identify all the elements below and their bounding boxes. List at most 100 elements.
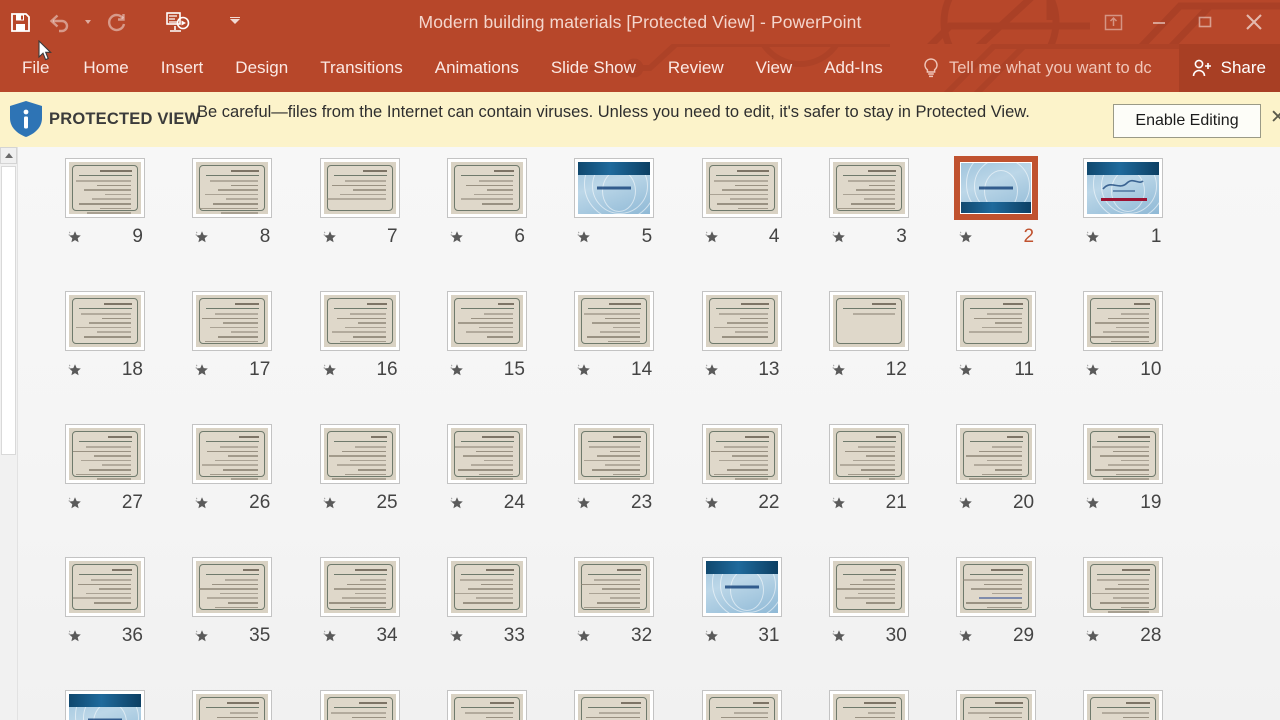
thumbnail-wrapper[interactable] xyxy=(65,690,145,720)
star-icon[interactable] xyxy=(194,229,210,245)
thumbnail-image[interactable] xyxy=(957,159,1036,217)
slide-thumbnail-37[interactable]: 37 xyxy=(1059,690,1187,720)
thumbnail-image[interactable] xyxy=(574,291,655,351)
star-icon[interactable] xyxy=(831,229,847,245)
thumbnail-image[interactable] xyxy=(574,690,655,720)
thumbnail-image[interactable] xyxy=(319,424,400,484)
thumbnail-wrapper[interactable] xyxy=(192,690,273,720)
tab-design[interactable]: Design xyxy=(219,44,304,92)
thumbnail-image[interactable] xyxy=(956,557,1037,617)
slide-thumbnail-12[interactable]: 12 xyxy=(805,291,933,379)
slide-thumbnail-27[interactable]: 27 xyxy=(41,424,169,512)
vertical-scrollbar[interactable] xyxy=(0,147,18,720)
thumbnail-wrapper[interactable] xyxy=(319,690,400,720)
star-icon[interactable] xyxy=(1085,628,1101,644)
star-icon[interactable] xyxy=(704,495,720,511)
thumbnail-image[interactable] xyxy=(446,424,527,484)
thumbnail-wrapper[interactable] xyxy=(1083,690,1164,720)
slide-thumbnail-2[interactable]: 2 xyxy=(932,159,1060,246)
thumbnail-wrapper[interactable] xyxy=(574,424,655,484)
thumbnail-wrapper[interactable] xyxy=(956,690,1037,720)
thumbnail-image[interactable] xyxy=(319,158,400,218)
thumbnail-wrapper[interactable] xyxy=(701,690,782,720)
thumbnail-wrapper[interactable] xyxy=(1083,158,1164,218)
slide-thumbnail-28[interactable]: 28 xyxy=(1059,557,1187,645)
thumbnail-wrapper[interactable] xyxy=(701,557,782,617)
thumbnail-wrapper[interactable] xyxy=(192,158,273,218)
thumbnail-wrapper[interactable] xyxy=(574,690,655,720)
star-icon[interactable] xyxy=(449,362,465,378)
star-icon[interactable] xyxy=(322,628,338,644)
slide-thumbnail-25[interactable]: 25 xyxy=(296,424,424,512)
star-icon[interactable] xyxy=(958,229,974,245)
thumbnail-wrapper[interactable] xyxy=(956,291,1037,351)
close-icon[interactable] xyxy=(1228,0,1280,44)
thumbnail-wrapper[interactable] xyxy=(701,158,782,218)
thumbnail-wrapper[interactable] xyxy=(574,291,655,351)
slide-thumbnail-5[interactable]: 5 xyxy=(550,158,678,246)
thumbnail-image[interactable] xyxy=(828,690,909,720)
thumbnail-image[interactable] xyxy=(956,690,1037,720)
thumbnail-image[interactable] xyxy=(65,158,145,218)
star-icon[interactable] xyxy=(322,495,338,511)
thumbnail-image[interactable] xyxy=(1083,557,1164,617)
slide-thumbnail-19[interactable]: 19 xyxy=(1059,424,1187,512)
thumbnail-image[interactable] xyxy=(1083,291,1164,351)
thumbnail-image[interactable] xyxy=(192,158,273,218)
thumbnail-image[interactable] xyxy=(956,424,1037,484)
slide-thumbnail-40[interactable]: 40 xyxy=(678,690,806,720)
slide-thumbnail-9[interactable]: 9 xyxy=(41,158,169,246)
thumbnail-wrapper[interactable] xyxy=(956,557,1037,617)
tab-slide-show[interactable]: Slide Show xyxy=(535,44,652,92)
slide-thumbnail-34[interactable]: 34 xyxy=(296,557,424,645)
thumbnail-image[interactable] xyxy=(192,424,273,484)
thumbnail-image[interactable] xyxy=(701,690,782,720)
thumbnail-image[interactable] xyxy=(65,291,145,351)
thumbnail-image[interactable] xyxy=(701,158,782,218)
thumbnail-wrapper[interactable] xyxy=(574,557,655,617)
thumbnail-image[interactable] xyxy=(828,424,909,484)
thumbnail-image[interactable] xyxy=(1083,690,1164,720)
tab-animations[interactable]: Animations xyxy=(419,44,535,92)
thumbnail-image[interactable] xyxy=(65,557,145,617)
star-icon[interactable] xyxy=(958,362,974,378)
star-icon[interactable] xyxy=(704,362,720,378)
star-icon[interactable] xyxy=(576,362,592,378)
star-icon[interactable] xyxy=(67,628,83,644)
thumbnail-image[interactable] xyxy=(828,158,909,218)
slide-thumbnail-20[interactable]: 20 xyxy=(932,424,1060,512)
star-icon[interactable] xyxy=(704,229,720,245)
thumbnail-image[interactable] xyxy=(192,690,273,720)
slide-thumbnail-7[interactable]: 7 xyxy=(296,158,424,246)
thumbnail-wrapper[interactable] xyxy=(574,158,655,218)
tab-view[interactable]: View xyxy=(740,44,809,92)
thumbnail-wrapper[interactable] xyxy=(828,424,909,484)
scroll-up-arrow[interactable] xyxy=(0,147,17,164)
slide-thumbnail-13[interactable]: 13 xyxy=(678,291,806,379)
star-icon[interactable] xyxy=(67,362,83,378)
thumbnail-image[interactable] xyxy=(574,557,655,617)
slide-thumbnail-39[interactable]: 39 xyxy=(805,690,933,720)
star-icon[interactable] xyxy=(322,229,338,245)
thumbnail-wrapper[interactable] xyxy=(65,291,145,351)
slide-thumbnail-42[interactable]: 42 xyxy=(423,690,551,720)
star-icon[interactable] xyxy=(194,495,210,511)
enable-editing-button[interactable]: Enable Editing xyxy=(1113,104,1261,138)
star-icon[interactable] xyxy=(958,628,974,644)
star-icon[interactable] xyxy=(1085,495,1101,511)
thumbnail-wrapper[interactable] xyxy=(319,557,400,617)
thumbnail-wrapper[interactable] xyxy=(956,424,1037,484)
thumbnail-wrapper[interactable] xyxy=(828,291,909,351)
star-icon[interactable] xyxy=(67,495,83,511)
thumbnail-wrapper[interactable] xyxy=(192,557,273,617)
restore-icon[interactable] xyxy=(1182,0,1228,44)
slide-thumbnail-24[interactable]: 24 xyxy=(423,424,551,512)
slide-thumbnail-8[interactable]: 8 xyxy=(168,158,296,246)
star-icon[interactable] xyxy=(958,495,974,511)
thumbnail-image[interactable] xyxy=(574,424,655,484)
slide-thumbnail-36[interactable]: 36 xyxy=(41,557,169,645)
thumbnail-image[interactable] xyxy=(701,424,782,484)
slide-thumbnail-10[interactable]: 10 xyxy=(1059,291,1187,379)
slide-thumbnail-35[interactable]: 35 xyxy=(168,557,296,645)
thumbnail-wrapper[interactable] xyxy=(828,557,909,617)
